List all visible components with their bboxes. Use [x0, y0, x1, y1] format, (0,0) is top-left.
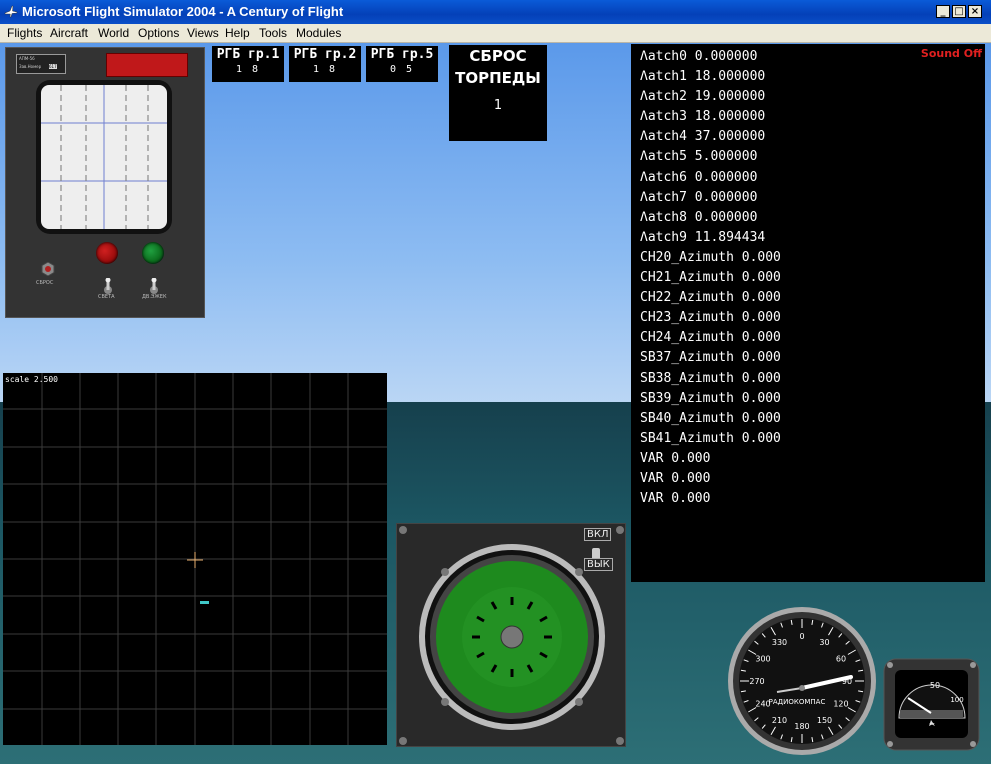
rgb-group-1-title: РГБ гр.1: [216, 47, 280, 62]
radiocompass-tick-label: 120: [833, 700, 848, 709]
menu-aircraft[interactable]: Aircraft: [50, 26, 88, 40]
airplane-icon: [4, 5, 18, 18]
drive-toggle-switch[interactable]: [149, 278, 159, 294]
menu-options[interactable]: Options: [138, 26, 179, 40]
radiocompass-tick-label: 330: [772, 638, 787, 647]
serial-plate: АПМ-56 Зав.Номер 617: [16, 54, 66, 74]
readout-line: SB40_Azimuth 0.000: [640, 410, 781, 426]
torpedo-release-panel: СБРОС ТОРПЕДЫ 1: [449, 45, 547, 141]
minimize-button[interactable]: _: [936, 5, 950, 18]
menu-modules[interactable]: Modules: [296, 26, 341, 40]
readout-line: CH24_Azimuth 0.000: [640, 330, 781, 346]
scope-screen: [41, 85, 167, 229]
rgb-group-1: РГБ гр.1 1 8: [212, 46, 284, 82]
rgb-group-2: РГБ гр.2 1 8: [289, 46, 361, 82]
readout-line: VAR 0.000: [640, 491, 711, 507]
radar-grid: [3, 373, 387, 745]
close-button[interactable]: ×: [968, 5, 982, 18]
radiocompass-tick-label: 30: [819, 638, 829, 647]
compass-panel: ВКЛ ВЫК: [396, 523, 626, 747]
readout-line: Λatch5 5.000000: [640, 149, 758, 165]
red-lamp: [96, 242, 118, 264]
readout-line: SB41_Azimuth 0.000: [640, 430, 781, 446]
menu-help[interactable]: Help: [225, 26, 250, 40]
crosshair-icon: [187, 552, 203, 568]
debug-readout: Sound Off Λatch0 0.000000 Λatch1 18.00000…: [631, 44, 985, 582]
readout-line: CH21_Azimuth 0.000: [640, 270, 781, 286]
readout-line: Λatch7 0.000000: [640, 189, 758, 205]
target-blip: [200, 601, 209, 604]
readout-line: Λatch0 0.000000: [640, 49, 758, 64]
reset-button-icon[interactable]: [41, 262, 55, 276]
drive-label: ДВ.ЭЖЕК: [142, 294, 167, 300]
rgb-group-5-value: 0 5: [389, 64, 415, 75]
readout-line: Λatch9 11.894434: [640, 229, 766, 245]
window-title: Microsoft Flight Simulator 2004 - A Cent…: [22, 4, 344, 19]
maximize-button[interactable]: □: [952, 5, 966, 18]
readout-line: SB39_Azimuth 0.000: [640, 390, 781, 406]
readout-line: SB37_Azimuth 0.000: [640, 350, 781, 366]
readout-line: Λatch3 18.000000: [640, 109, 766, 125]
scale-label: scale 2.500: [5, 375, 58, 384]
green-lamp: [142, 242, 164, 264]
menu-world[interactable]: World: [98, 26, 129, 40]
radar-grid-panel[interactable]: scale 2.500: [3, 373, 387, 745]
readout-line: Λatch4 37.000000: [640, 129, 766, 145]
light-toggle-switch[interactable]: [103, 278, 113, 294]
gauge-label-100: 100: [950, 696, 963, 704]
torpedo-release-title-1: СБРОС: [469, 47, 527, 65]
torpedo-release-count: 1: [493, 98, 503, 113]
readout-lines: Λatch0 0.000000 Λatch1 18.000000 Λatch2 19…: [640, 47, 781, 509]
rgb-group-5-title: РГБ гр.5: [370, 47, 434, 62]
radiocompass-tick-label: 300: [755, 655, 770, 664]
sound-status[interactable]: Sound Off: [921, 47, 982, 60]
light-label: СВЕТА: [98, 294, 115, 300]
gauge-label-50: 50: [930, 681, 940, 690]
radiocompass-gauge: 0306090120150180210240270300330 РАДИОКОМ…: [728, 607, 876, 755]
sim-viewport[interactable]: АПМ-56 Зав.Номер 617 СБРОС СВЕТА ДВ.ЭЖЕК…: [0, 43, 991, 764]
menu-flights[interactable]: Flights: [7, 26, 42, 40]
radiocompass-label: РАДИОКОМПАС: [769, 698, 826, 706]
serial-plate-number: 617: [49, 64, 57, 69]
readout-line: Λatch6 0.000000: [640, 169, 758, 185]
switch-on-label: ВКЛ: [584, 528, 612, 541]
control-panel-scope: АПМ-56 Зав.Номер 617 СБРОС СВЕТА ДВ.ЭЖЕК: [5, 47, 205, 318]
radiocompass-tick-label: 210: [772, 716, 787, 725]
menu-bar: Flights Aircraft World Options Views Hel…: [0, 24, 991, 43]
readout-line: Λatch8 0.000000: [640, 209, 758, 225]
radiocompass-tick-label: 0: [799, 632, 804, 641]
attitude-gauge: 50 100: [883, 658, 980, 751]
rgb-group-5: РГБ гр.5 0 5: [366, 46, 438, 82]
readout-line: CH20_Azimuth 0.000: [640, 249, 781, 265]
radiocompass-tick-label: 150: [817, 716, 832, 725]
rgb-group-2-value: 1 8: [312, 64, 338, 75]
rgb-group-2-title: РГБ гр.2: [293, 47, 357, 62]
readout-line: CH22_Azimuth 0.000: [640, 290, 781, 306]
readout-line: Λatch2 19.000000: [640, 89, 766, 105]
title-bar: Microsoft Flight Simulator 2004 - A Cent…: [0, 0, 991, 24]
serial-plate-model: АПМ-56: [19, 56, 35, 61]
radiocompass-tick-label: 180: [794, 722, 809, 731]
switch-off-label[interactable]: ВЫК: [584, 558, 613, 571]
readout-line: VAR 0.000: [640, 450, 711, 466]
menu-views[interactable]: Views: [187, 26, 219, 40]
serial-plate-label: Зав.Номер: [19, 64, 42, 69]
scope-frame: [36, 80, 172, 234]
menu-tools[interactable]: Tools: [259, 26, 287, 40]
torpedo-release-title-2: ТОРПЕДЫ: [455, 69, 541, 87]
readout-line: Λatch1 18.000000: [640, 69, 766, 85]
readout-line: CH23_Azimuth 0.000: [640, 310, 781, 326]
red-display: [106, 53, 188, 77]
radiocompass-tick-label: 270: [749, 677, 764, 686]
readout-line: SB38_Azimuth 0.000: [640, 370, 781, 386]
rgb-group-1-value: 1 8: [235, 64, 261, 75]
readout-line: VAR 0.000: [640, 470, 711, 486]
reset-label: СБРОС: [36, 280, 54, 286]
radiocompass-tick-label: 60: [836, 655, 846, 664]
